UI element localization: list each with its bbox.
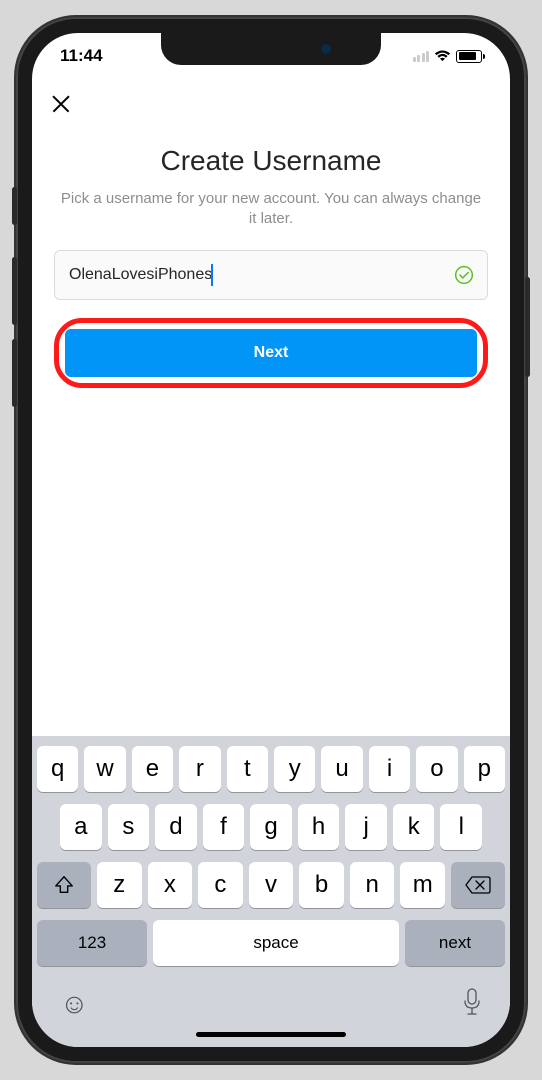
cellular-signal-icon [413,51,430,62]
shift-key[interactable] [37,862,91,908]
key-q[interactable]: q [37,746,78,792]
checkmark-circle-icon [454,265,474,285]
key-t[interactable]: t [227,746,268,792]
key-h[interactable]: h [298,804,340,850]
emoji-icon[interactable]: ☺ [60,988,89,1020]
key-r[interactable]: r [179,746,220,792]
key-u[interactable]: u [321,746,362,792]
username-input[interactable] [54,250,488,300]
status-indicators [413,50,483,63]
page-subtitle: Pick a username for your new account. Yo… [54,189,488,230]
key-b[interactable]: b [299,862,344,908]
home-indicator[interactable] [196,1032,346,1037]
numeric-mode-key[interactable]: 123 [37,920,147,966]
highlight-annotation: Next [54,318,488,388]
key-g[interactable]: g [250,804,292,850]
backspace-key[interactable] [451,862,505,908]
key-p[interactable]: p [464,746,505,792]
key-k[interactable]: k [393,804,435,850]
text-cursor [211,264,213,286]
key-f[interactable]: f [203,804,245,850]
key-d[interactable]: d [155,804,197,850]
key-z[interactable]: z [97,862,142,908]
key-o[interactable]: o [416,746,457,792]
next-button[interactable]: Next [65,329,477,377]
key-w[interactable]: w [84,746,125,792]
status-time: 11:44 [60,46,103,66]
key-v[interactable]: v [249,862,294,908]
key-l[interactable]: l [440,804,482,850]
key-y[interactable]: y [274,746,315,792]
key-a[interactable]: a [60,804,102,850]
key-n[interactable]: n [350,862,395,908]
key-e[interactable]: e [132,746,173,792]
nav-bar [32,79,510,127]
page-title: Create Username [54,145,488,177]
space-key[interactable]: space [153,920,399,966]
key-x[interactable]: x [148,862,193,908]
key-j[interactable]: j [345,804,387,850]
battery-icon [456,50,482,63]
key-c[interactable]: c [198,862,243,908]
key-s[interactable]: s [108,804,150,850]
close-icon[interactable] [50,92,72,114]
key-i[interactable]: i [369,746,410,792]
key-m[interactable]: m [400,862,445,908]
mic-icon[interactable] [462,988,482,1016]
wifi-icon [434,50,451,62]
keyboard: qwertyuiop asdfghjkl zxcvbnm 123 space n… [32,736,510,1047]
return-key[interactable]: next [405,920,505,966]
username-field-wrap [54,250,488,300]
